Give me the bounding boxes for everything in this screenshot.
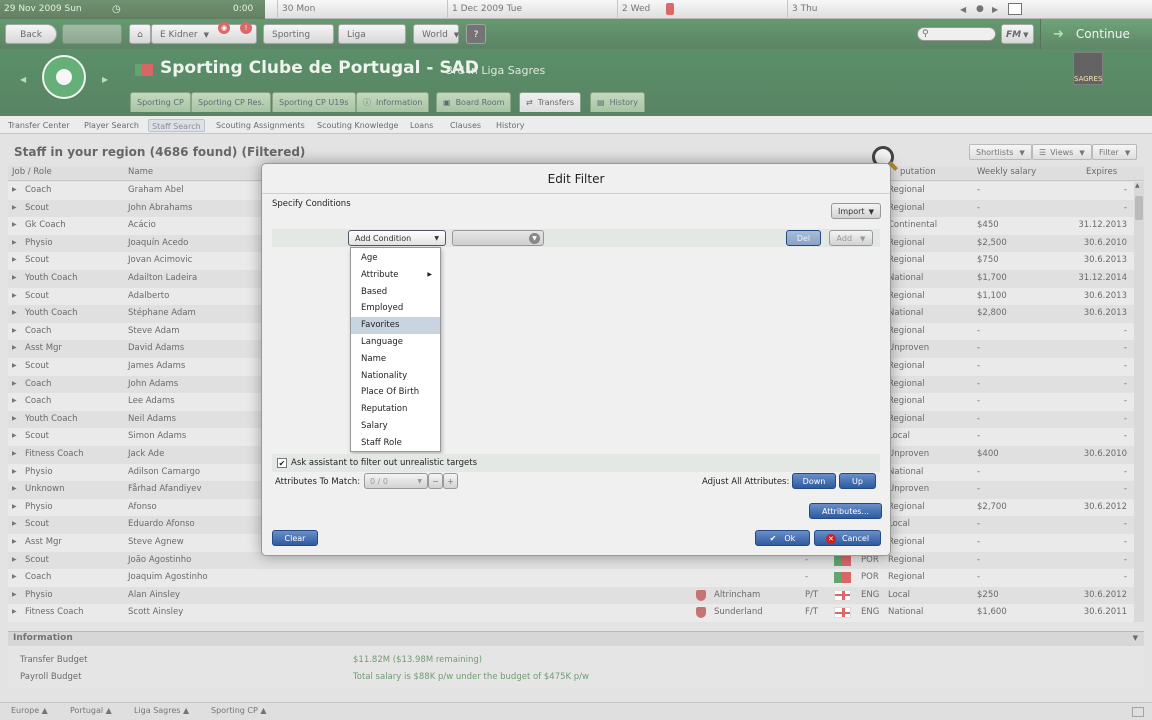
import-button[interactable]: Import ▼ — [831, 203, 881, 219]
ok-label: Ok — [784, 534, 796, 543]
down-button[interactable]: Down — [792, 473, 836, 489]
option-label: Employed — [361, 303, 404, 314]
chevron-down-icon: ▼ — [417, 478, 422, 485]
add-condition-label: Add Condition — [355, 234, 412, 243]
cancel-label: Cancel — [841, 534, 870, 543]
dropdown-option[interactable]: Based — [351, 284, 440, 301]
option-label: Reputation — [361, 404, 408, 415]
option-label: Staff Role — [361, 437, 402, 448]
option-label: Favorites — [361, 320, 400, 331]
decrement-button[interactable]: − — [428, 473, 443, 489]
cancel-icon: ✕ — [825, 534, 836, 544]
ok-button[interactable]: ✔ Ok — [755, 530, 810, 546]
dropdown-option[interactable]: Favorites — [351, 317, 440, 334]
ask-assistant-checkbox[interactable]: ✔ — [277, 458, 287, 468]
option-label: Name — [361, 353, 387, 364]
option-label: Place Of Birth — [361, 387, 420, 398]
option-label: Attribute — [361, 269, 399, 280]
dropdown-option[interactable]: Age — [351, 250, 440, 267]
option-label: Salary — [361, 421, 388, 431]
dropdown-option[interactable]: Name — [351, 351, 440, 368]
dropdown-option[interactable]: Place Of Birth — [351, 384, 440, 401]
dropdown-option[interactable]: Staff Role — [351, 435, 440, 452]
up-button[interactable]: Up — [839, 473, 876, 489]
attributes-button[interactable]: Attributes... — [809, 503, 882, 519]
option-label: Nationality — [361, 370, 408, 381]
delete-condition-button[interactable]: Del — [786, 230, 821, 246]
condition-value-select[interactable]: ▼ — [452, 230, 544, 246]
condition-row: Add Condition ▼ ▼ Del Add ▼ — [272, 229, 880, 247]
condition-dropdown-menu: Age Attribute ▶ Based Employed Favorites Langu… — [350, 247, 441, 452]
attributes-to-match-select[interactable]: 0 / 0 ▼ — [364, 473, 428, 489]
option-label: Language — [361, 337, 403, 347]
clear-label: Clear — [284, 534, 306, 543]
del-label: Del — [796, 234, 811, 243]
add-condition-select[interactable]: Add Condition ▼ — [348, 230, 446, 246]
assistant-option-row: ✔ Ask assistant to filter out unrealisti… — [272, 454, 880, 472]
attributes-to-match-label: Attributes To Match: — [275, 477, 361, 487]
add-condition-button[interactable]: Add ▼ — [829, 230, 873, 246]
specify-conditions-label: Specify Conditions — [272, 199, 351, 209]
edit-filter-dialog: Edit Filter Specify Conditions Import ▼ A… — [261, 163, 891, 556]
chevron-down-icon: ▼ — [860, 235, 866, 243]
option-label: Age — [361, 253, 378, 263]
down-label: Down — [802, 477, 826, 486]
adjust-all-label: Adjust All Attributes: — [702, 477, 790, 487]
import-label: Import — [838, 207, 865, 216]
check-icon: ✔ — [769, 534, 777, 543]
submenu-arrow-icon: ▶ — [427, 270, 432, 278]
option-label: Based — [361, 286, 388, 297]
chevron-down-icon: ▼ — [529, 233, 540, 244]
chevron-down-icon: ▼ — [434, 235, 439, 242]
chevron-down-icon: ▼ — [868, 208, 874, 216]
dropdown-option[interactable]: Employed — [351, 300, 440, 317]
dialog-title: Edit Filter — [262, 164, 890, 194]
dropdown-option[interactable]: Nationality — [351, 368, 440, 385]
match-value: 0 / 0 — [370, 477, 388, 486]
ask-assistant-label: Ask assistant to filter out unrealistic … — [291, 458, 478, 468]
clear-button[interactable]: Clear — [272, 530, 318, 546]
dropdown-option[interactable]: Attribute ▶ — [351, 267, 440, 284]
up-label: Up — [852, 477, 863, 486]
dropdown-option[interactable]: Salary — [351, 418, 440, 435]
increment-button[interactable]: + — [443, 473, 458, 489]
dropdown-option[interactable]: Language — [351, 334, 440, 351]
attributes-label: Attributes... — [821, 507, 870, 516]
add-label: Add — [836, 234, 853, 243]
dropdown-option[interactable]: Reputation — [351, 401, 440, 418]
cancel-button[interactable]: ✕ Cancel — [814, 530, 881, 546]
